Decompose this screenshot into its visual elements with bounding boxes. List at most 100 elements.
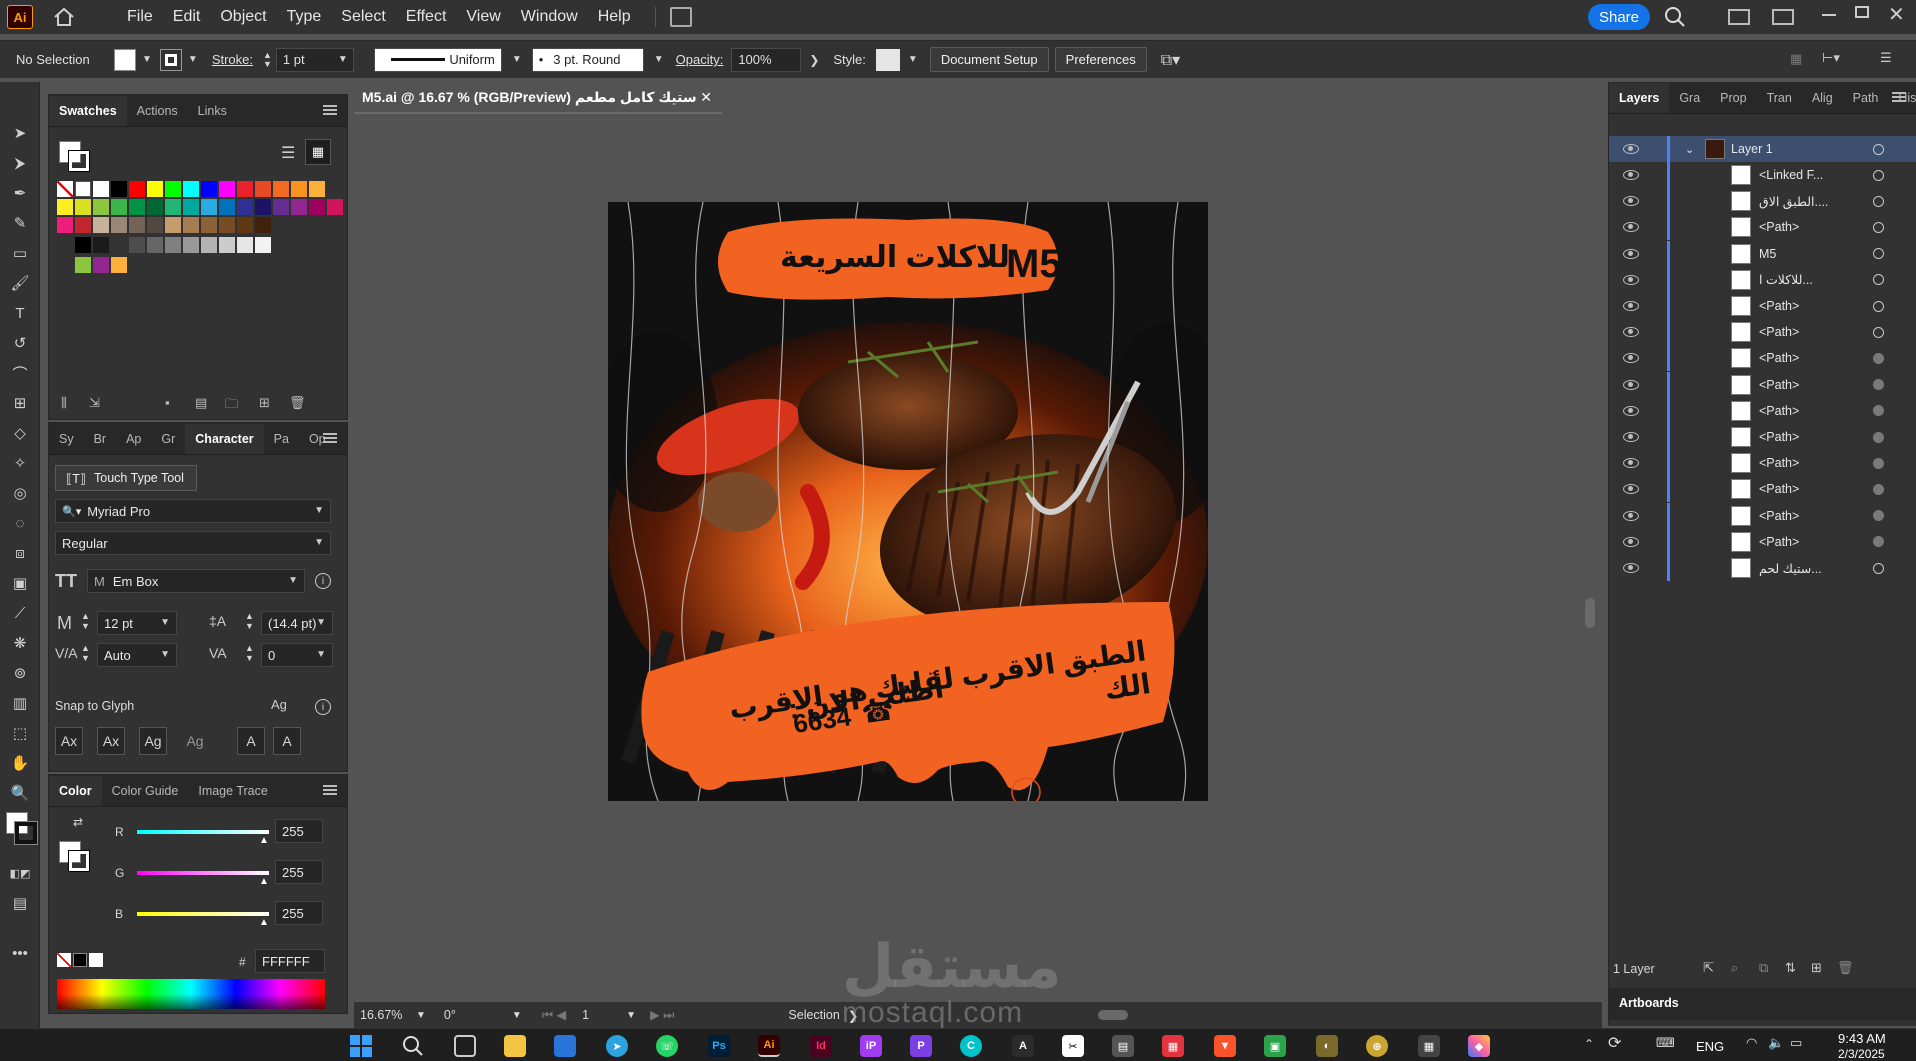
menu-file[interactable]: File [117, 8, 163, 26]
color-swatch[interactable] [129, 181, 145, 197]
paintbrush-tool-icon[interactable]: 🖌 [8, 272, 32, 294]
selection-tool-icon[interactable]: ➤ [8, 122, 32, 144]
draw-mode-icon[interactable]: ◧◩ [8, 862, 32, 884]
clock-date[interactable]: 2/3/2025 [1838, 1047, 1885, 1061]
tab-color-guide[interactable]: Color Guide [102, 784, 189, 806]
visibility-eye-icon[interactable] [1623, 563, 1639, 573]
color-swatch[interactable] [93, 217, 109, 233]
snap-baseline-icon[interactable]: Ax [55, 727, 83, 755]
layer-row[interactable]: <Path> [1609, 528, 1916, 555]
color-swatch[interactable] [93, 199, 109, 215]
chevron-down-icon[interactable]: ▼ [160, 649, 170, 660]
layer-name[interactable]: <Path> [1759, 351, 1799, 365]
none-swatch[interactable] [57, 181, 73, 197]
app-p-icon[interactable]: P [910, 1035, 932, 1057]
tab-gra[interactable]: Gra [1669, 91, 1710, 113]
color-swatch[interactable] [57, 199, 73, 215]
style-swatch[interactable] [875, 48, 900, 71]
tab-ap[interactable]: Ap [116, 432, 151, 454]
g-slider[interactable] [137, 871, 269, 875]
layer-row[interactable]: <Path> [1609, 424, 1916, 450]
color-swatch[interactable] [147, 217, 163, 233]
close-window-icon[interactable]: ✕ [1888, 2, 1905, 27]
layer-name[interactable]: <Path> [1759, 220, 1799, 234]
chevron-down-icon[interactable]: ▼ [314, 505, 324, 516]
layer-name[interactable]: <Path> [1759, 378, 1799, 392]
chevron-down-icon[interactable]: ▼ [512, 1010, 522, 1021]
target-icon[interactable] [1873, 221, 1884, 233]
stroke-swatch[interactable] [159, 48, 182, 71]
keyboard-icon[interactable]: ⌨ [1656, 1035, 1675, 1051]
layer-name[interactable]: M5 [1759, 247, 1776, 261]
target-icon[interactable] [1873, 562, 1884, 574]
grid-view-icon[interactable]: ▦ [305, 139, 331, 165]
chevron-down-icon[interactable]: ▼ [908, 54, 918, 65]
target-icon[interactable] [1873, 143, 1884, 155]
layer-row[interactable]: <Path> [1609, 502, 1916, 529]
direct-selection-tool-icon[interactable]: ⮞ [8, 152, 32, 174]
color-swatch[interactable] [237, 181, 253, 197]
font-family-field[interactable]: 🔍▾ Myriad Pro ▼ [55, 499, 331, 523]
restore-icon[interactable] [1855, 6, 1869, 18]
chevron-down-icon[interactable]: ▼ [188, 54, 198, 65]
layer-name[interactable]: ستيك لحم... [1759, 561, 1822, 576]
color-swatch[interactable] [129, 199, 145, 215]
g-value-field[interactable]: 255 [275, 860, 323, 884]
tab-sy[interactable]: Sy [49, 432, 84, 454]
color-swatch[interactable] [111, 181, 127, 197]
windows-start-icon[interactable] [350, 1035, 372, 1057]
swatch-library-icon[interactable]: ⫼ [61, 395, 67, 411]
tab-tran[interactable]: Tran [1757, 91, 1802, 113]
visibility-eye-icon[interactable] [1623, 301, 1639, 311]
color-swatch[interactable] [255, 181, 271, 197]
visibility-eye-icon[interactable] [1623, 196, 1639, 207]
menu-object[interactable]: Object [210, 8, 276, 26]
gray-swatch[interactable] [93, 237, 109, 253]
color-swatch[interactable] [201, 199, 217, 215]
rectangle-tool-icon[interactable]: ▭ [8, 242, 32, 264]
color-swatch[interactable] [183, 217, 199, 233]
color-swatch[interactable] [201, 181, 217, 197]
home-icon[interactable] [51, 4, 77, 30]
target-icon[interactable] [1873, 379, 1884, 391]
clipping-mask-icon[interactable]: ⧉ [1759, 960, 1768, 976]
target-icon[interactable] [1873, 326, 1884, 338]
zoom-field[interactable]: 16.67% [360, 1008, 416, 1022]
app-globe-icon[interactable]: ⊕ [1366, 1035, 1388, 1057]
b-value-field[interactable]: 255 [275, 901, 323, 925]
variable-width-profile[interactable]: Uniform [373, 47, 502, 72]
artboard-tool-icon[interactable]: ⬚ [8, 722, 32, 744]
task-view-icon[interactable] [454, 1035, 476, 1057]
document-setup-button[interactable]: Document Setup [929, 47, 1049, 72]
layer-row[interactable]: للاكلات ا... [1609, 266, 1916, 293]
stepper-icon[interactable]: ▲ ▼ [81, 643, 90, 663]
em-box-field[interactable]: M Em Box ▼ [87, 569, 305, 593]
target-icon[interactable] [1873, 248, 1884, 260]
tab-layers[interactable]: Layers [1609, 83, 1670, 113]
chevron-down-icon[interactable]: ⌄ [1685, 143, 1694, 156]
gray-swatch[interactable] [111, 237, 127, 253]
battery-icon[interactable]: ▭ [1790, 1035, 1802, 1051]
layer-name[interactable]: للاكلات ا... [1759, 272, 1813, 287]
transform-icon[interactable]: ⊢▾ [1822, 50, 1840, 66]
canva-icon[interactable]: C [960, 1035, 982, 1057]
layer-name[interactable]: <Path> [1759, 482, 1799, 496]
registration-swatch[interactable] [75, 181, 91, 197]
kerning-field[interactable]: Auto ▼ [97, 643, 177, 667]
gray-swatch[interactable] [237, 237, 253, 253]
copilot-icon[interactable]: ◆ [1468, 1035, 1490, 1057]
list-view-icon[interactable]: ☰ [281, 143, 295, 163]
brush-definition[interactable]: • 3 pt. Round [531, 47, 644, 72]
color-swatch[interactable] [291, 199, 307, 215]
chevron-down-icon[interactable]: ▼ [512, 54, 522, 65]
gray-swatch[interactable] [147, 237, 163, 253]
zoom-tool-icon[interactable]: 🔍 [8, 782, 32, 804]
app-film-icon[interactable]: ▤ [1112, 1035, 1134, 1057]
visibility-eye-icon[interactable] [1623, 327, 1639, 338]
hand-tool-icon[interactable]: ✋ [8, 752, 32, 774]
tab-swatches[interactable]: Swatches [49, 96, 127, 126]
color-swatch[interactable] [183, 181, 199, 197]
capcut-icon[interactable]: ✂ [1062, 1035, 1084, 1057]
layer-name[interactable]: <Path> [1759, 535, 1799, 549]
r-value-field[interactable]: 255 [275, 819, 323, 843]
